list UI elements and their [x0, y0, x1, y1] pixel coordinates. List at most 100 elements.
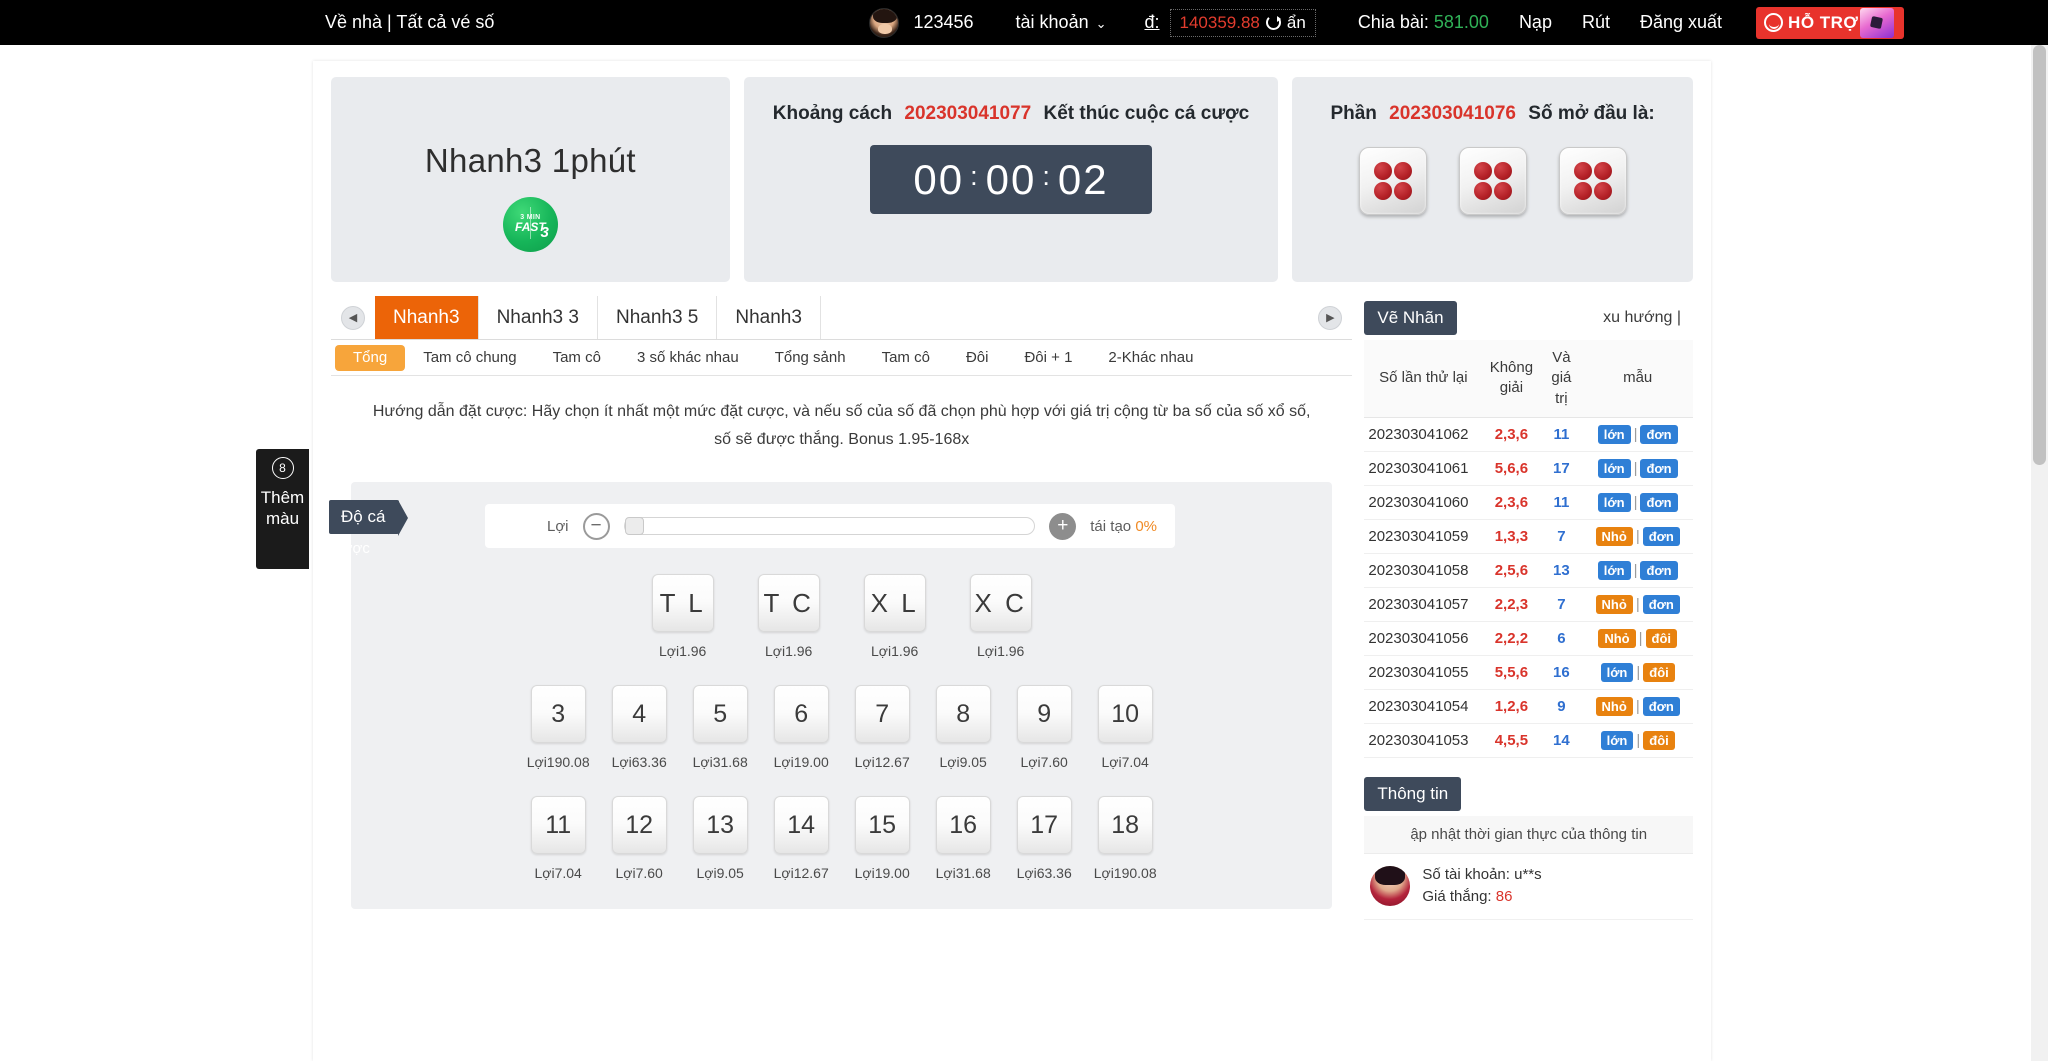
sum-bet-odds: Lợi12.67 — [774, 865, 829, 881]
row-issue: 202303041056 — [1364, 621, 1482, 655]
decrease-button[interactable]: − — [583, 513, 610, 540]
row-pattern: lớn|đơn — [1582, 417, 1693, 451]
account-menu[interactable]: tài khoản⌄ — [1016, 12, 1107, 33]
info-subtitle: ập nhật thời gian thực của thông tin — [1364, 816, 1693, 854]
sum-bet-button-10[interactable]: 10 — [1098, 685, 1153, 743]
die-pip — [1374, 182, 1392, 200]
size-badge: lớn — [1598, 561, 1631, 580]
balance-box[interactable]: 140359.88 ẩn — [1170, 9, 1316, 37]
parity-badge: đôi — [1646, 629, 1678, 648]
sum-bet-button-13[interactable]: 13 — [693, 796, 748, 854]
die-2 — [1459, 147, 1527, 215]
bet-type-tab-4[interactable]: 3 số khác nhau — [619, 345, 757, 371]
result-label-right: Số mở đầu là: — [1528, 103, 1654, 124]
bet-button-TL[interactable]: T L — [652, 574, 714, 632]
sum-bet-button-16[interactable]: 16 — [936, 796, 991, 854]
row-sum: 9 — [1540, 689, 1582, 723]
die-pip — [1574, 182, 1592, 200]
draw-label-button[interactable]: Vẽ Nhãn — [1364, 301, 1456, 335]
bet-type-tab-8[interactable]: Đôi + 1 — [1006, 345, 1090, 371]
hide-balance-label[interactable]: ẩn — [1287, 13, 1306, 33]
sum-bet-odds: Lợi63.36 — [1017, 865, 1072, 881]
bet-type-tab-2[interactable]: Tam cô chung — [405, 345, 534, 371]
bet-type-tab-3[interactable]: Tam cô — [535, 345, 619, 371]
logout-link[interactable]: Đăng xuất — [1640, 12, 1722, 33]
bet-type-tab-9[interactable]: 2-Khác nhau — [1090, 345, 1211, 371]
bet-odds: Lợi1.96 — [871, 643, 918, 659]
sum-bet-button-14[interactable]: 14 — [774, 796, 829, 854]
row-numbers: 1,2,6 — [1482, 689, 1540, 723]
timer-separator-2: : — [1036, 161, 1058, 192]
winner-prize-label: Giá thắng: — [1422, 888, 1491, 905]
game-tab-1[interactable]: Nhanh3 — [375, 296, 479, 339]
sum-bet-button-3[interactable]: 3 — [531, 685, 586, 743]
table-row: 2023030410555,5,616lớn|đôi — [1364, 655, 1693, 689]
row-sum: 17 — [1540, 451, 1582, 485]
sum-bet-odds: Lợi19.00 — [774, 754, 829, 770]
slider-knob[interactable] — [625, 517, 644, 535]
die-pip — [1394, 162, 1412, 180]
bet-button-XC[interactable]: X C — [970, 574, 1032, 632]
trend-link[interactable]: xu hướng | — [1603, 309, 1693, 327]
game-tabs-next-button[interactable]: ▶ — [1308, 296, 1352, 339]
page-scrollbar[interactable]: ▲ ▼ — [2031, 45, 2048, 1061]
badge-separator: | — [1631, 494, 1641, 511]
row-numbers: 5,6,6 — [1482, 451, 1540, 485]
die-pip — [1494, 162, 1512, 180]
sum-bet-button-7[interactable]: 7 — [855, 685, 910, 743]
bet-button-XL[interactable]: X L — [864, 574, 926, 632]
bet-type-tab-7[interactable]: Đôi — [948, 345, 1007, 371]
badge-separator: | — [1631, 460, 1641, 477]
header-cards: Nhanh3 1phút 3 MIN FAST 3 Khoảng cách 20… — [313, 61, 1711, 282]
sum-bet-button-11[interactable]: 11 — [531, 796, 586, 854]
deposit-link[interactable]: Nạp — [1519, 12, 1552, 33]
bet-button-TC[interactable]: T C — [758, 574, 820, 632]
withdraw-link[interactable]: Rút — [1582, 12, 1610, 33]
row-issue: 202303041055 — [1364, 655, 1482, 689]
sum-bet-button-9[interactable]: 9 — [1017, 685, 1072, 743]
parity-badge: đơn — [1640, 425, 1677, 444]
info-button[interactable]: Thông tin — [1364, 777, 1461, 811]
odds-slider[interactable] — [624, 517, 1036, 535]
home-link[interactable]: Về nhà | Tất cả vé số — [325, 12, 494, 33]
sum-bet-button-12[interactable]: 12 — [612, 796, 667, 854]
row-numbers: 2,2,3 — [1482, 587, 1540, 621]
game-tab-3[interactable]: Nhanh3 5 — [598, 296, 717, 339]
bet-type-tab-1[interactable]: Tổng — [335, 345, 405, 371]
sum-bet-button-4[interactable]: 4 — [612, 685, 667, 743]
sum-bet-odds: Lợi9.05 — [697, 865, 744, 881]
refresh-icon[interactable] — [1266, 15, 1281, 30]
die-1 — [1359, 147, 1427, 215]
sum-bet-odds: Lợi19.00 — [855, 865, 910, 881]
sum-bet-button-17[interactable]: 17 — [1017, 796, 1072, 854]
bet-type-tab-5[interactable]: Tổng sảnh — [757, 345, 864, 371]
sum-bet-button-6[interactable]: 6 — [774, 685, 829, 743]
scrollbar-thumb[interactable] — [2033, 45, 2046, 465]
add-color-floating-tab[interactable]: 8 Thêm màu — [256, 449, 309, 569]
timer-separator-1: : — [964, 161, 986, 192]
badge-side-text: 3 — [541, 225, 549, 241]
row-pattern: lớn|đôi — [1582, 723, 1693, 757]
sum-bet-cell: 10Lợi7.04 — [1085, 685, 1166, 770]
sum-bet-cell: 8Lợi9.05 — [923, 685, 1004, 770]
increase-button[interactable]: + — [1049, 513, 1076, 540]
badge-separator: | — [1633, 528, 1643, 545]
sum-bet-cell: 12Lợi7.60 — [599, 796, 680, 881]
countdown-card: Khoảng cách 202303041077 Kết thúc cuộc c… — [744, 77, 1278, 282]
game-tab-2[interactable]: Nhanh3 3 — [479, 296, 598, 339]
badge-top-text: 3 MIN — [520, 214, 540, 221]
sum-bet-button-18[interactable]: 18 — [1098, 796, 1153, 854]
game-tab-4[interactable]: Nhanh3 — [717, 296, 821, 339]
sum-bet-button-8[interactable]: 8 — [936, 685, 991, 743]
floating-tab-line2: màu — [266, 509, 299, 528]
balance-value: 140359.88 — [1180, 13, 1260, 33]
bet-type-tab-6[interactable]: Tam cô — [864, 345, 948, 371]
sum-bet-button-15[interactable]: 15 — [855, 796, 910, 854]
support-button[interactable]: HỖ TRỢ — [1756, 7, 1904, 39]
parity-badge: đôi — [1643, 731, 1675, 750]
bet-type-tab-bar: TổngTam cô chungTam cô3 số khác nhauTổng… — [331, 340, 1352, 376]
row-sum: 11 — [1540, 485, 1582, 519]
row-pattern: Nhỏ|đơn — [1582, 519, 1693, 553]
sum-bet-button-5[interactable]: 5 — [693, 685, 748, 743]
game-tabs-prev-button[interactable]: ◀ — [331, 296, 375, 339]
